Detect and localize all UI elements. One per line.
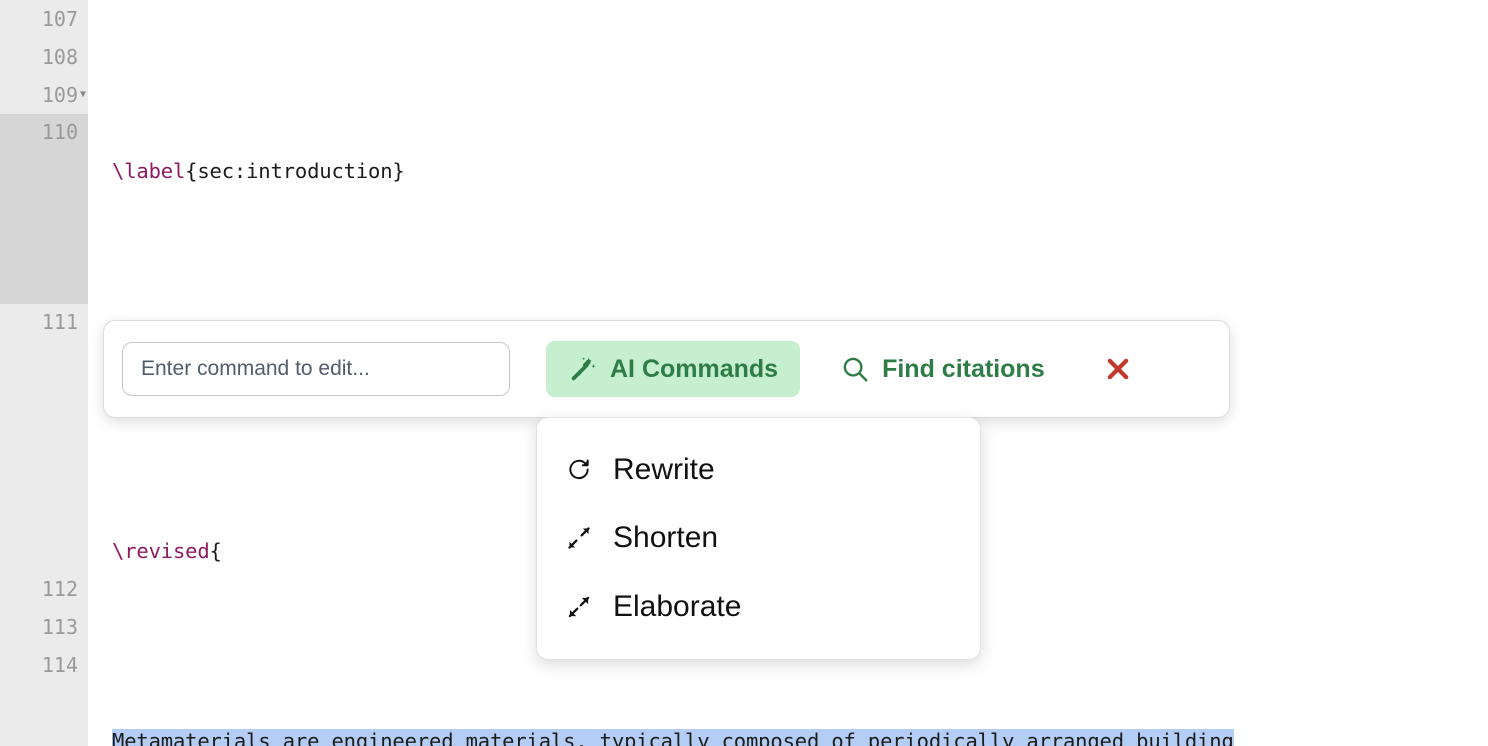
latex-editor-window: 107 108 109 ▼ 110 111 112 113 114 \label… (0, 0, 1488, 746)
line-number: 109 (41, 83, 78, 107)
line-number: 110 (41, 120, 78, 144)
find-citations-button[interactable]: Find citations (818, 341, 1067, 397)
latex-arg-sec-introduction: {sec:introduction} (185, 159, 405, 183)
gutter-line-109[interactable]: 109 ▼ (0, 76, 88, 114)
menu-item-label: Shorten (613, 521, 719, 555)
menu-item-label: Elaborate (613, 589, 742, 623)
ai-commands-button[interactable]: AI Commands (546, 341, 801, 397)
ai-commands-dropdown-menu: Rewrite Shorten Elaborate (536, 417, 981, 660)
line-number: 113 (41, 615, 78, 639)
close-button[interactable] (1097, 348, 1139, 390)
arrows-collapse-icon (565, 525, 593, 551)
menu-item-elaborate[interactable]: Elaborate (537, 576, 980, 638)
misspelled-word-metamaterials: Metamaterials (112, 729, 271, 746)
command-input[interactable] (122, 342, 510, 396)
arrows-expand-icon (565, 594, 593, 620)
gutter-line-114[interactable]: 114 (0, 646, 88, 684)
latex-open-brace: { (209, 539, 222, 563)
ai-toolbar-popup: AI Commands Find citations (103, 320, 1230, 418)
latex-command-revised: \revised (112, 539, 210, 563)
line-number: 107 (41, 7, 78, 31)
line-number: 114 (41, 653, 78, 677)
code-line-110-row-1: Metamaterials are engineered materials, … (112, 722, 1488, 746)
close-icon (1103, 354, 1133, 384)
gutter-line-113[interactable]: 113 (0, 608, 88, 646)
code-text: are engineered materials, typically comp… (270, 729, 1234, 746)
fold-caret-icon[interactable]: ▼ (80, 90, 86, 100)
gutter-line-112[interactable]: 112 (0, 570, 88, 608)
gutter-line-107[interactable]: 107 (0, 0, 88, 38)
menu-item-shorten[interactable]: Shorten (537, 507, 980, 569)
search-icon (840, 354, 870, 384)
gutter-line-111[interactable]: 111 (0, 304, 88, 570)
line-number: 112 (41, 577, 78, 601)
ai-commands-label: AI Commands (610, 354, 779, 383)
refresh-icon (565, 457, 593, 483)
magic-wand-icon (568, 354, 598, 384)
gutter-line-108[interactable]: 108 (0, 38, 88, 76)
line-number: 108 (41, 45, 78, 69)
find-citations-label: Find citations (882, 354, 1045, 383)
code-line-107: \label{sec:introduction} (112, 152, 1488, 190)
menu-item-label: Rewrite (613, 453, 715, 487)
menu-item-rewrite[interactable]: Rewrite (537, 439, 980, 501)
latex-command-label: \label (112, 159, 186, 183)
line-number-gutter: 107 108 109 ▼ 110 111 112 113 114 (0, 0, 88, 746)
gutter-line-110[interactable]: 110 (0, 114, 88, 304)
line-number: 111 (41, 310, 78, 334)
